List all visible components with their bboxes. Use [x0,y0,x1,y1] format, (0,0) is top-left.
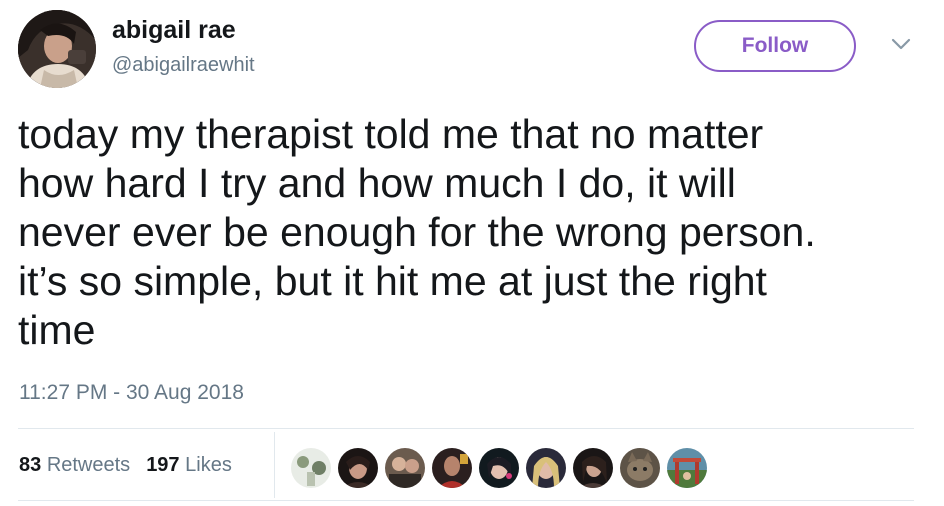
retweets-label: Retweets [46,454,131,476]
retweets-count: 83 [19,454,42,476]
follow-button[interactable]: Follow [694,20,856,72]
divider [18,500,914,501]
tweet-timestamp[interactable]: 11:27 PM - 30 Aug 2018 [19,381,244,405]
author-handle[interactable]: @abigailraewhit [112,54,255,77]
liker-avatar-2[interactable] [337,447,379,489]
author-display-name[interactable]: abigail rae [112,16,236,45]
author-avatar[interactable] [18,10,96,88]
liker-avatar-6[interactable] [525,447,567,489]
likes-label: Likes [185,454,232,476]
liker-avatar-3[interactable] [384,447,426,489]
chevron-down-icon[interactable] [890,36,912,52]
liker-avatar-9[interactable] [666,447,708,489]
tweet-card: abigail rae @abigailraewhit Follow today… [0,0,944,506]
liker-avatar-7[interactable] [572,447,614,489]
liker-avatar-4[interactable] [431,447,473,489]
divider [18,428,914,429]
retweets-stat[interactable]: 83 Retweets [19,454,130,477]
tweet-text: today my therapist told me that no matte… [18,111,816,353]
author-avatar-image [18,10,96,88]
liker-avatar-8[interactable] [619,447,661,489]
liker-avatar-5[interactable] [478,447,520,489]
likes-count: 197 [146,454,180,476]
liker-avatar-1[interactable] [290,447,332,489]
likes-stat[interactable]: 197 Likes [146,454,232,477]
stats-separator [274,432,275,498]
tweet-stats: 83 Retweets 197 Likes [19,454,232,477]
